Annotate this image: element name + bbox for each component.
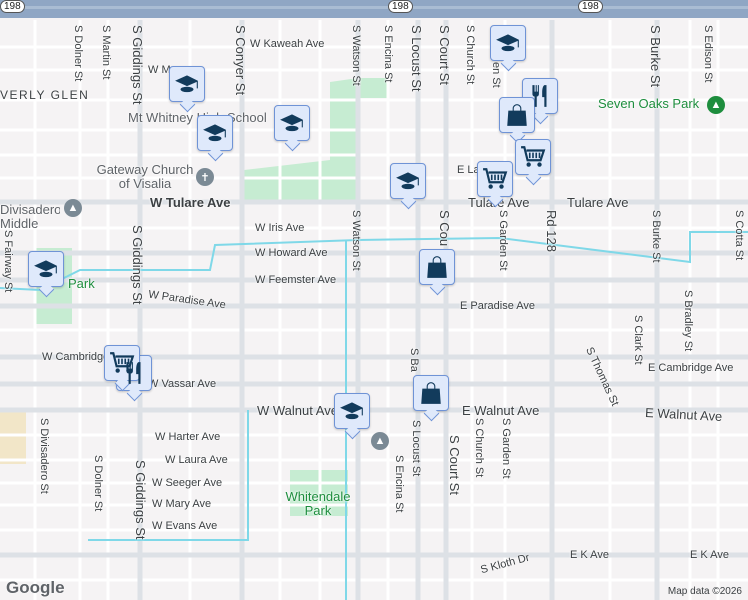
street-label: S Watson St xyxy=(350,25,362,86)
school-marker[interactable] xyxy=(169,66,205,102)
street-label: E Paradise Ave xyxy=(460,300,536,312)
street-label: S Locust St xyxy=(410,420,422,477)
poi-label-gateway-church[interactable]: Gateway Church of Visalia xyxy=(90,163,200,191)
school-icon xyxy=(395,168,421,194)
street-label: W M xyxy=(148,64,171,76)
map-attribution[interactable]: Map data ©2026 xyxy=(668,586,742,597)
school-marker[interactable] xyxy=(390,163,426,199)
school-icon xyxy=(202,120,228,146)
street-label: W Tulare Ave xyxy=(150,195,231,210)
street-label: S Cotta St xyxy=(733,210,745,261)
poi-label-whitendale[interactable]: Whitendale Park xyxy=(280,490,356,518)
poi-label-park[interactable]: Park xyxy=(68,276,95,291)
street-label: S Garden St xyxy=(500,418,512,479)
shopping-bag-icon xyxy=(504,102,530,128)
highway-shield: 198 xyxy=(0,0,25,13)
street-label: W Kaweah Ave xyxy=(250,38,325,50)
street-label: S Conyer St xyxy=(233,25,248,96)
poi-label-seven-oaks[interactable]: Seven Oaks Park xyxy=(598,96,699,111)
school-icon[interactable]: ▲ xyxy=(64,199,82,217)
street-label: W Evans Ave xyxy=(152,520,218,532)
street-label: W Walnut Ave xyxy=(257,403,338,418)
school-marker[interactable] xyxy=(334,393,370,429)
grocery-cart-marker[interactable] xyxy=(104,345,140,381)
shopping-bag-marker[interactable] xyxy=(499,97,535,133)
street-label: W Vassar Ave xyxy=(148,378,217,390)
street-label: S Watson St xyxy=(350,210,362,271)
street-label: W Feemster Ave xyxy=(255,274,337,286)
highway-shield: 198 xyxy=(388,0,413,13)
highway-shield: 198 xyxy=(578,0,603,13)
street-label: E Walnut Ave xyxy=(462,403,540,418)
street-label: S Clark St xyxy=(632,315,644,365)
street-label: Tulare Ave xyxy=(567,195,629,210)
street-label: S Divisadero St xyxy=(38,418,50,494)
school-marker[interactable] xyxy=(490,25,526,61)
school-icon xyxy=(495,30,521,56)
google-logo: Google xyxy=(6,578,65,597)
canals xyxy=(0,231,748,600)
street-label: E K Ave xyxy=(570,549,609,561)
school-icon xyxy=(339,398,365,424)
street-label: Rd 128 xyxy=(544,210,559,252)
street-label: E Cambridge Ave xyxy=(648,362,734,374)
grocery-cart-icon xyxy=(482,166,508,192)
restaurant-icon xyxy=(527,83,553,109)
grocery-cart-icon xyxy=(520,144,546,170)
street-label: en St xyxy=(490,62,502,88)
street-label: W Iris Ave xyxy=(255,222,305,234)
map-canvas[interactable] xyxy=(0,0,748,600)
street-label: S Dolner St xyxy=(92,455,104,512)
street-label: S Burke St xyxy=(650,210,662,263)
street-label: W Cambridge xyxy=(42,351,110,363)
shopping-bag-icon xyxy=(424,254,450,280)
school-icon xyxy=(279,110,305,136)
grocery-cart-marker[interactable] xyxy=(477,161,513,197)
street-label: W Laura Ave xyxy=(165,454,228,466)
tree-icon[interactable]: ▲ xyxy=(707,96,725,114)
street-label: S Encina St xyxy=(393,455,405,513)
street-label: S Edison St xyxy=(702,25,714,83)
street-label: S Locust St xyxy=(409,25,424,92)
street-label: S Giddings St xyxy=(133,460,148,540)
street-label: S Bradley St xyxy=(682,290,694,352)
school-marker[interactable] xyxy=(274,105,310,141)
street-label: S Garden St xyxy=(497,210,509,271)
street-label: S Church St xyxy=(473,418,485,478)
street-label: S Dolner St xyxy=(72,25,84,82)
poi-label-divisadero[interactable]: Divisadero Middle School xyxy=(0,203,60,231)
shopping-bag-marker[interactable] xyxy=(419,249,455,285)
area-label: VERLY GLEN xyxy=(0,88,90,102)
school-marker[interactable] xyxy=(28,251,64,287)
shopping-bag-marker[interactable] xyxy=(413,375,449,411)
street-label: S Cou xyxy=(437,210,452,247)
school-marker[interactable] xyxy=(197,115,233,151)
shopping-bag-icon xyxy=(418,380,444,406)
grocery-cart-marker[interactable] xyxy=(515,139,551,175)
street-label: S Ba xyxy=(408,348,420,372)
street-label: W Howard Ave xyxy=(255,247,328,259)
church-icon[interactable]: ✝ xyxy=(196,168,214,186)
street-label: E K Ave xyxy=(690,549,729,561)
street-label: S Burke St xyxy=(648,25,663,88)
school-icon[interactable]: ▲ xyxy=(371,432,389,450)
school-icon xyxy=(33,256,59,282)
street-label: W Mary Ave xyxy=(152,498,212,510)
street-label: S Fairway St xyxy=(2,230,14,293)
school-icon xyxy=(174,71,200,97)
street-label: W Seeger Ave xyxy=(152,477,223,489)
street-label: S Encina St xyxy=(382,25,394,83)
street-label: S Court St xyxy=(437,25,452,85)
street-label: S Martin St xyxy=(100,25,112,80)
street-label: W Harter Ave xyxy=(155,431,221,443)
street-label: S Church St xyxy=(464,25,476,85)
street-label: S Giddings St xyxy=(130,25,145,105)
street-label: S Giddings St xyxy=(130,225,145,305)
grocery-cart-icon xyxy=(109,350,135,376)
street-label: S Court St xyxy=(447,435,462,495)
